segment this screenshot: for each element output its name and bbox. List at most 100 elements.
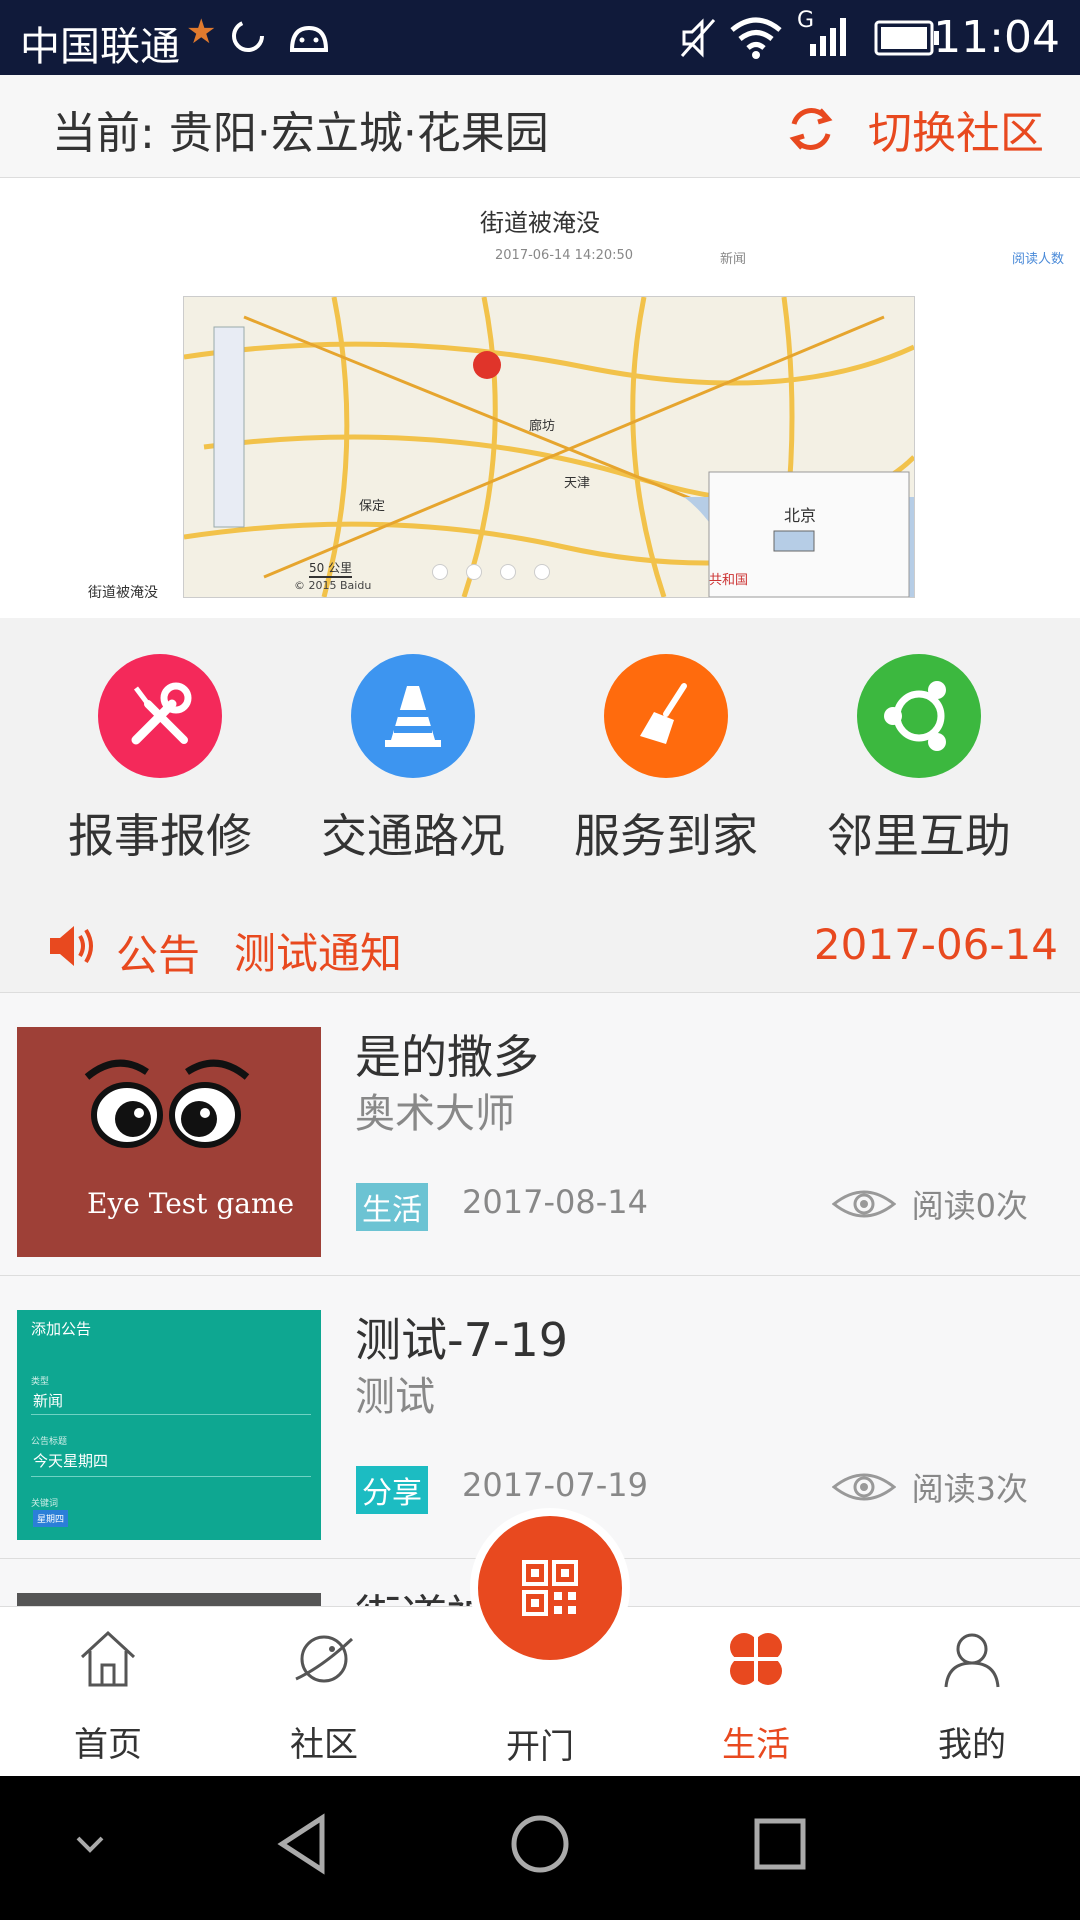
open-door-button[interactable] — [470, 1508, 630, 1668]
item-title: 测试-7-19 — [355, 1313, 568, 1367]
thumbnail-tag: 星期四 — [33, 1510, 69, 1527]
tab-mine[interactable]: 我的 — [864, 1607, 1080, 1777]
announcement-bar[interactable]: 公告 测试通知 2017-06-14 — [0, 900, 1080, 993]
menu-item-home-service[interactable]: 服务到家 — [541, 618, 791, 900]
banner-pagination — [432, 564, 550, 580]
road-map — [183, 296, 916, 598]
recents-square-icon[interactable] — [752, 1816, 808, 1872]
map-copyright: © 2015 Baidu — [294, 579, 372, 592]
map-label-tianjin: 天津 — [564, 476, 591, 491]
menu-label: 服务到家 — [574, 809, 758, 863]
divider — [31, 1414, 311, 1415]
eye-icon — [831, 1473, 896, 1501]
wrench-screwdriver-icon — [98, 654, 222, 778]
thumbnail: 添加公告 类型 新闻 公告标题 今天星期四 关键词 星期四 — [17, 1310, 321, 1540]
pagination-dot — [500, 564, 516, 580]
qr-code-icon — [522, 1560, 578, 1616]
banner-timestamp: 2017-06-14 14:20:50 — [495, 248, 634, 263]
banner-map-image: 北京 天津 保定 廊坊 50 公里 © 2015 Baidu 共和国 — [183, 296, 916, 598]
clock: 11:04 — [933, 12, 1060, 63]
star-icon: ★ — [186, 12, 217, 52]
tab-label: 首页 — [74, 1725, 142, 1765]
map-label-country: 共和国 — [709, 573, 749, 588]
clover-icon — [730, 1633, 782, 1685]
user-icon — [944, 1633, 1000, 1688]
eye-icon — [831, 1190, 896, 1218]
announcement-text: 测试通知 — [234, 929, 403, 978]
current-community-name: 贵阳·宏立城·花果园 — [168, 108, 549, 159]
thumbnail — [17, 1593, 321, 1606]
battery-icon — [874, 20, 939, 56]
read-count: 阅读0次 — [831, 1181, 1028, 1227]
switch-community-label: 切换社区 — [868, 108, 1044, 159]
menu-label: 报事报修 — [68, 809, 252, 863]
thumbnail-text: 新闻 — [33, 1392, 64, 1410]
wifi-icon — [730, 17, 782, 59]
traffic-cone-icon — [351, 654, 475, 778]
tab-life[interactable]: 生活 — [648, 1607, 864, 1777]
pagination-dot — [534, 564, 550, 580]
banner-caption: 街道被淹没 — [88, 585, 158, 601]
thumbnail: Eye Test game — [17, 1027, 321, 1257]
map-scale: 50 公里 — [309, 559, 353, 578]
status-bar: 中国联通 ★ G 11:04 — [0, 0, 1080, 75]
android-icon — [289, 25, 329, 52]
tab-label: 开门 — [506, 1727, 574, 1767]
announcement-label: 公告 — [116, 931, 201, 980]
tab-home[interactable]: 首页 — [0, 1607, 216, 1777]
category-badge: 生活 — [356, 1183, 428, 1231]
item-date: 2017-08-14 — [462, 1183, 648, 1221]
thumbnail-text: 今天星期四 — [33, 1452, 109, 1470]
refresh-icon — [789, 108, 833, 150]
mute-icon — [680, 18, 716, 58]
map-label-langfang: 廊坊 — [529, 419, 556, 434]
item-subtitle: 测试 — [355, 1374, 435, 1420]
service-menu: 报事报修 交通路况 服务到家 邻里互助 — [0, 618, 1080, 900]
community-bar: 当前: 贵阳·宏立城·花果园 切换社区 — [0, 75, 1080, 178]
pagination-dot — [466, 564, 482, 580]
back-icon[interactable] — [272, 1812, 332, 1876]
current-label: 当前: — [52, 108, 155, 159]
list-item[interactable]: Eye Test game 是的撒多 奥术大师 生活 2017-08-14 阅读… — [0, 993, 1080, 1276]
signal-icon — [810, 18, 846, 56]
banner-read-count: 阅读人数 — [1012, 252, 1065, 267]
menu-label: 邻里互助 — [827, 809, 1011, 863]
chevron-down-icon[interactable] — [72, 1826, 108, 1862]
tab-label: 生活 — [722, 1725, 790, 1765]
item-title: 是的撒多 — [355, 1030, 539, 1084]
thumbnail-text: 关键词 — [31, 1499, 59, 1509]
current-community: 当前: 贵阳·宏立城·花果园 — [52, 97, 549, 161]
system-navigation-bar — [0, 1776, 1080, 1920]
tab-community[interactable]: 社区 — [216, 1607, 432, 1777]
banner-title: 街道被淹没 — [480, 209, 600, 237]
menu-item-traffic[interactable]: 交通路况 — [288, 618, 538, 900]
home-circle-icon[interactable] — [508, 1812, 572, 1876]
map-label-baoding: 保定 — [359, 499, 386, 514]
menu-label: 交通路况 — [321, 809, 505, 863]
category-badge: 分享 — [356, 1466, 428, 1514]
broom-icon — [604, 654, 728, 778]
menu-item-repair[interactable]: 报事报修 — [35, 618, 285, 900]
carrier-name: 中国联通 — [20, 24, 180, 70]
switch-community-button[interactable]: 切换社区 — [784, 97, 1044, 161]
tab-label: 我的 — [938, 1725, 1006, 1765]
thumbnail-caption: Eye Test game — [87, 1187, 295, 1220]
map-label-beijing: 北京 — [784, 506, 817, 525]
read-count-text: 阅读3次 — [911, 1470, 1028, 1508]
tab-label: 社区 — [290, 1725, 358, 1765]
read-count-text: 阅读0次 — [911, 1187, 1028, 1225]
pagination-dot — [432, 564, 448, 580]
divider — [31, 1476, 311, 1477]
read-count: 阅读3次 — [831, 1464, 1028, 1510]
home-icon — [80, 1630, 136, 1687]
thumbnail-text: 类型 — [31, 1377, 50, 1387]
item-subtitle: 奥术大师 — [355, 1091, 515, 1137]
banner-category: 新闻 — [720, 252, 747, 267]
menu-item-neighbor-help[interactable]: 邻里互助 — [794, 618, 1044, 900]
thumbnail-text: 公告标题 — [31, 1437, 68, 1447]
community-circle-icon — [857, 654, 981, 778]
eyes-icon — [84, 1059, 250, 1148]
banner-carousel[interactable]: 街道被淹没 2017-06-14 14:20:50 新闻 阅读人数 北京 天津 … — [0, 178, 1080, 618]
announcement-date: 2017-06-14 — [813, 920, 1058, 969]
sync-icon — [232, 20, 264, 52]
